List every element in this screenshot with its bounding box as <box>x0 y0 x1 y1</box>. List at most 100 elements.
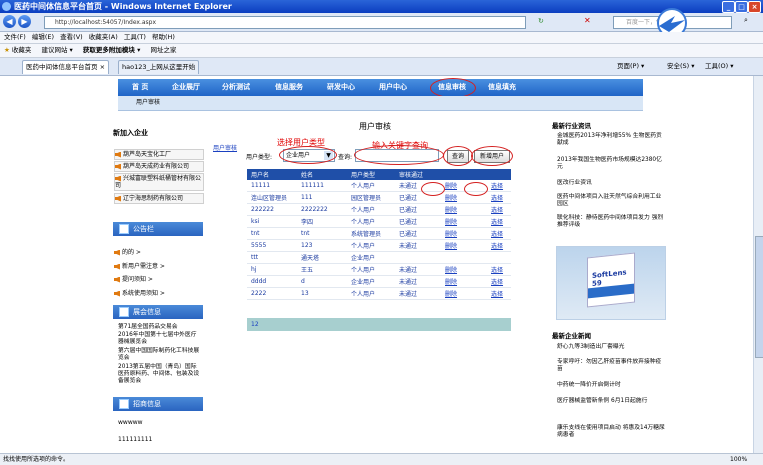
maximize-icon[interactable]: □ <box>735 1 748 13</box>
company-news-item[interactable]: 舒心九等3制造出厂套曝光 <box>557 344 665 351</box>
industry-news-item[interactable]: 医药中间体项目入驻天然气综合利用工业园区 <box>557 194 665 208</box>
fav-item-suggested[interactable]: 建议网站 ▾ <box>41 46 72 54</box>
exhibit-item[interactable]: 2016年中国第十七届中外医疗器械展览会 <box>118 332 200 346</box>
menu-help[interactable]: 帮助(H) <box>152 33 175 41</box>
delete-link[interactable]: 删除 <box>445 291 457 298</box>
stop-icon[interactable]: ✕ <box>584 16 591 25</box>
delete-link[interactable]: 删除 <box>445 195 457 202</box>
new-company-item[interactable]: 葫芦岛天成药业有限公司 <box>114 161 204 172</box>
side-user-audit-link[interactable]: 用户审核 <box>213 143 237 152</box>
subnav-user-audit[interactable]: 用户审核 <box>136 99 160 106</box>
delete-link[interactable]: 删除 <box>445 243 457 250</box>
table-cell[interactable]: 删除 <box>441 287 487 300</box>
delete-link[interactable]: 删除 <box>445 267 457 274</box>
announce-icon <box>119 224 129 234</box>
industry-news-item[interactable]: 金城医药2013年净利增55% 生物医药贡献成 <box>557 133 665 147</box>
delete-link[interactable]: 删除 <box>445 231 457 238</box>
table-cell[interactable]: 选择 <box>487 239 511 252</box>
announce-item[interactable]: 的的 > <box>114 247 141 256</box>
table-cell[interactable]: 选择 <box>487 275 511 288</box>
fav-item-addons[interactable]: 获取更多附加模块 ▾ <box>83 46 141 54</box>
select-link[interactable]: 选择 <box>491 207 503 214</box>
scrollbar-thumb[interactable] <box>755 236 763 358</box>
company-news-item[interactable]: 专家呼吁：勿因乙肝疫苗事件放弃接种疫苗 <box>557 359 665 373</box>
industry-news-item[interactable]: 医改行业资讯 <box>557 180 665 187</box>
menu-favorites[interactable]: 收藏夹(A) <box>89 33 118 41</box>
url-field[interactable]: http://localhost:54057/Index.aspx <box>44 16 526 29</box>
nav-showroom[interactable]: 企业展厅 <box>172 79 200 96</box>
ad-banner[interactable]: SoftLens 59 <box>556 246 666 320</box>
zoom-level[interactable]: 100% <box>730 454 747 465</box>
table-cell[interactable]: 选择 <box>487 227 511 240</box>
delete-link[interactable]: 删除 <box>445 219 457 226</box>
tool-tools[interactable]: 工具(O) ▾ <box>705 58 734 75</box>
select-link[interactable]: 选择 <box>491 291 503 298</box>
select-link[interactable]: 选择 <box>491 183 503 190</box>
close-icon[interactable]: × <box>748 1 761 13</box>
table-cell[interactable]: 删除 <box>441 275 487 288</box>
exhibit-item[interactable]: 2013第五届中国（青岛）国际医药原料药、中间体、包装及设备展览会 <box>118 364 200 385</box>
select-link[interactable]: 选择 <box>491 219 503 226</box>
company-news-item[interactable]: 中药统一降价开启倒计时 <box>557 382 665 389</box>
back-icon[interactable]: ◀ <box>3 15 16 28</box>
fav-item-home[interactable]: 网址之家 <box>151 46 177 54</box>
company-news-item[interactable]: 医疗器械监管新条例 6月1日起施行 <box>557 398 665 405</box>
delete-link[interactable]: 删除 <box>445 183 457 190</box>
table-cell[interactable]: 选择 <box>487 180 511 192</box>
tab-hao123[interactable]: hao123_上网从这里开始 <box>118 60 200 74</box>
tab-current[interactable]: 医药中间体信息平台首页 × <box>22 60 110 74</box>
nav-rnd[interactable]: 研发中心 <box>327 79 355 96</box>
announce-item[interactable]: 新用户需注意 > <box>114 261 165 270</box>
new-company-item[interactable]: 葫芦岛天宝化工厂 <box>114 149 204 160</box>
page-scrollbar[interactable] <box>753 76 763 453</box>
search-icon[interactable]: ⌕ <box>744 16 748 25</box>
table-cell[interactable]: 删除 <box>441 263 487 276</box>
minimize-icon[interactable]: _ <box>722 1 735 13</box>
refresh-icon[interactable]: ↻ <box>538 17 544 25</box>
tool-page[interactable]: 页面(P) ▾ <box>617 58 644 75</box>
table-cell[interactable]: 删除 <box>441 239 487 252</box>
table-cell[interactable]: 选择 <box>487 263 511 276</box>
speaker-icon <box>115 175 121 182</box>
new-company-item[interactable]: 辽宁海思制药有限公司 <box>114 193 204 204</box>
nav-info-service[interactable]: 信息服务 <box>275 79 303 96</box>
table-cell[interactable]: 删除 <box>441 215 487 228</box>
announce-item[interactable]: 提问须知 > <box>114 274 153 283</box>
menu-edit[interactable]: 编辑(E) <box>32 33 54 41</box>
table-cell[interactable]: 删除 <box>441 227 487 240</box>
exhibit-item[interactable]: 第71届全国药品交易会 <box>118 324 200 331</box>
table-cell[interactable]: 选择 <box>487 191 511 204</box>
recruit-item[interactable]: wwwww <box>118 419 143 426</box>
tool-safety[interactable]: 安全(S) ▾ <box>667 58 695 75</box>
table-cell[interactable]: 删除 <box>441 203 487 216</box>
status-text: 找找使用所选项的命令。 <box>3 456 70 463</box>
select-link[interactable]: 选择 <box>491 267 503 274</box>
table-cell: d <box>297 275 347 288</box>
table-pager[interactable]: 12 <box>247 318 511 331</box>
company-news-item[interactable]: 康乐支线在使用项目启动 将惠及14万糖尿病患者 <box>557 425 665 439</box>
nav-info-fill[interactable]: 信息填充 <box>488 79 516 96</box>
delete-link[interactable]: 删除 <box>445 207 457 214</box>
nav-home[interactable]: 首 页 <box>132 79 148 96</box>
new-company-item[interactable]: 兴城富联塑料纸桶管材有限公司 <box>114 173 204 191</box>
select-link[interactable]: 选择 <box>491 279 503 286</box>
select-link[interactable]: 选择 <box>491 195 503 202</box>
menu-file[interactable]: 文件(F) <box>4 33 26 41</box>
table-cell[interactable]: 选择 <box>487 215 511 228</box>
nav-analysis[interactable]: 分析测试 <box>222 79 250 96</box>
favorites-button[interactable]: 收藏夹 <box>12 46 32 54</box>
recruit-item[interactable]: 111111111 <box>118 436 152 443</box>
table-cell[interactable]: 选择 <box>487 203 511 216</box>
exhibit-item[interactable]: 第六届中国国际制药化工科技展览会 <box>118 348 200 362</box>
industry-news-item[interactable]: 联化科技：静待医药中间体项目发力 强烈推荐评级 <box>557 215 665 229</box>
announce-item[interactable]: 系统使用须知 > <box>114 288 165 297</box>
select-link[interactable]: 选择 <box>491 231 503 238</box>
menu-view[interactable]: 查看(V) <box>60 33 83 41</box>
delete-link[interactable]: 删除 <box>445 279 457 286</box>
table-cell[interactable]: 选择 <box>487 287 511 300</box>
forward-icon[interactable]: ▶ <box>18 15 31 28</box>
industry-news-item[interactable]: 2013年我国生物医药市场规模达2380亿元 <box>557 157 665 171</box>
menu-tools[interactable]: 工具(T) <box>124 33 146 41</box>
select-link[interactable]: 选择 <box>491 243 503 250</box>
nav-user-center[interactable]: 用户中心 <box>379 79 407 96</box>
